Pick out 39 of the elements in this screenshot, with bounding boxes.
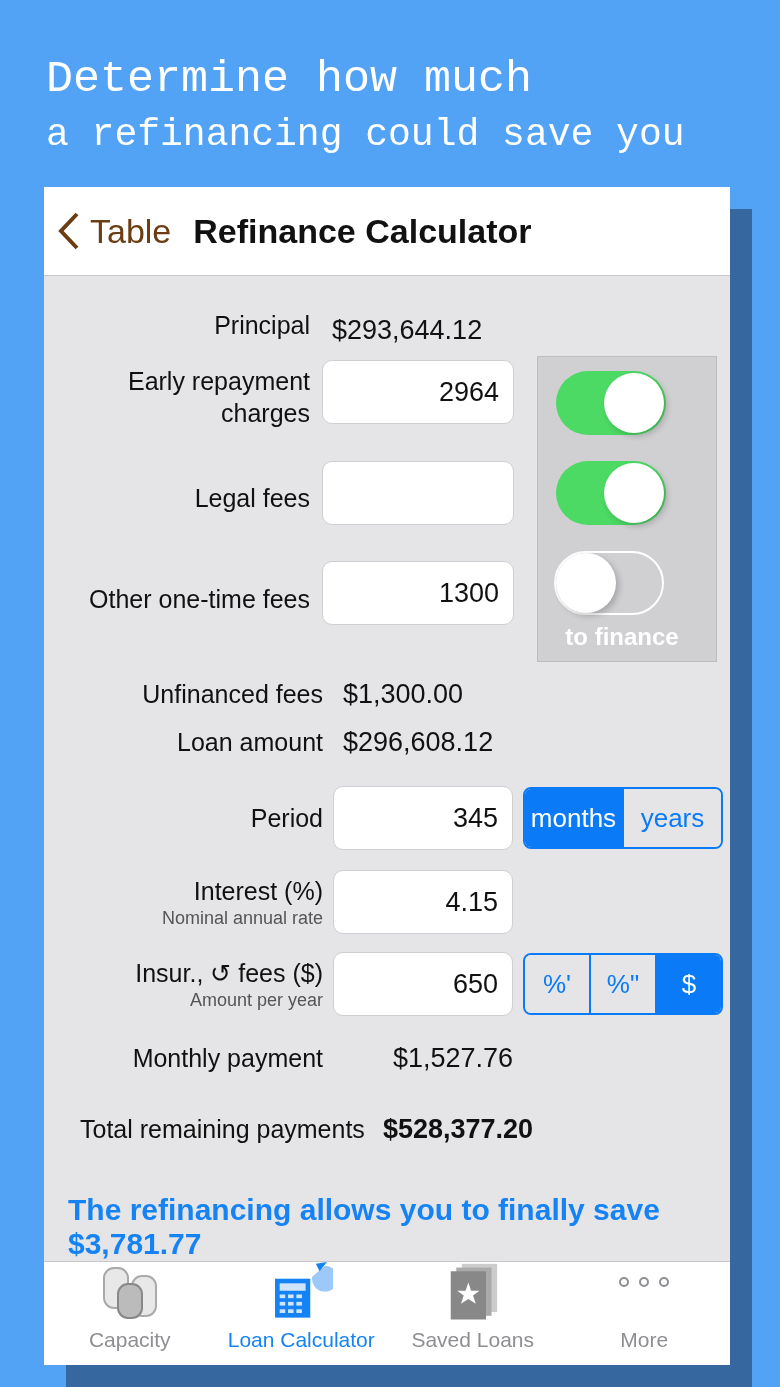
- toggle-switch[interactable]: [556, 461, 666, 525]
- field-value: $293,644.12: [331, 313, 484, 347]
- field-label: Legal fees: [193, 483, 310, 514]
- segment-option[interactable]: $: [655, 955, 721, 1013]
- field-hint: Amount per year: [188, 989, 323, 1011]
- back-button[interactable]: Table: [58, 205, 172, 257]
- input-field[interactable]: 1300: [322, 561, 514, 626]
- tab-item[interactable]: Loan Calculator: [215, 1262, 387, 1365]
- field-value: $1,527.76: [391, 1042, 513, 1075]
- field-label: Monthly payment: [131, 1043, 323, 1075]
- field-label: Total remaining payments: [80, 1113, 365, 1145]
- input-field[interactable]: 345: [333, 786, 513, 850]
- tab-item[interactable]: Saved Loans: [387, 1262, 559, 1365]
- field-label: Interest (%): [192, 876, 323, 907]
- field-value: $296,608.12: [342, 725, 495, 759]
- segment-option[interactable]: years: [622, 789, 721, 847]
- field-label: Unfinanced fees: [141, 679, 323, 710]
- field-value: $528,377.20: [382, 1112, 534, 1146]
- tab-item[interactable]: More: [558, 1262, 730, 1365]
- savings-message: The refinancing allows you to finally save $3,781.77: [67, 1193, 661, 1261]
- headline-text: Determine how much: [46, 53, 534, 107]
- input-field[interactable]: 2964: [322, 360, 514, 424]
- headline-text: a refinancing could save you: [46, 112, 686, 158]
- screen-title: Refinance Calculator: [193, 210, 532, 252]
- segment-option[interactable]: months: [525, 789, 622, 847]
- toggle-switch[interactable]: [556, 371, 666, 435]
- field-label: Early repayment charges: [126, 366, 310, 430]
- field-label: Insur., ↺ fees ($): [134, 958, 323, 989]
- input-field[interactable]: 650: [333, 952, 513, 1016]
- field-value: $1,300.00: [342, 677, 465, 711]
- tab-item[interactable]: Capacity: [44, 1262, 216, 1365]
- field-label: Other one-time fees: [88, 583, 310, 615]
- back-chevron-icon: [58, 212, 80, 250]
- input-field[interactable]: 4.15: [333, 870, 513, 934]
- field-hint: Nominal annual rate: [160, 907, 323, 929]
- field-label: Loan amount: [176, 727, 323, 758]
- field-label: Period: [249, 803, 323, 834]
- field-label: Principal: [213, 310, 310, 341]
- input-field[interactable]: [322, 460, 514, 525]
